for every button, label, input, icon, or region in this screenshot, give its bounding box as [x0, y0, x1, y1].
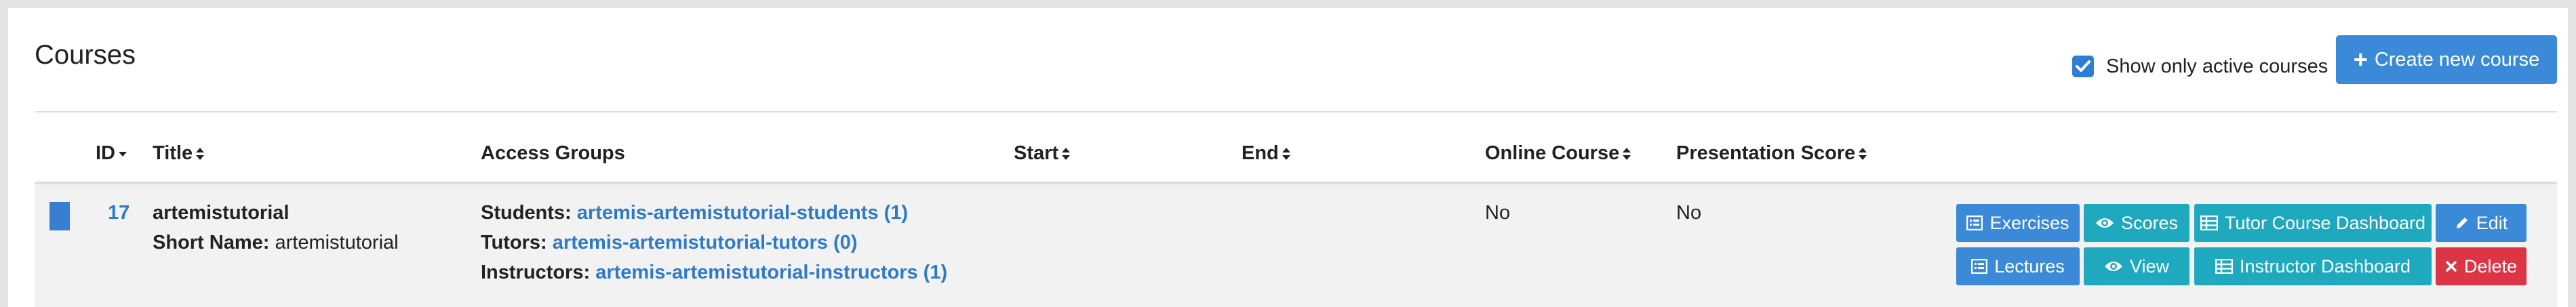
create-new-course-button[interactable]: + Create new course — [2336, 35, 2557, 84]
view-label: View — [2129, 255, 2170, 277]
tutor-course-dashboard-label: Tutor Course Dashboard — [2224, 212, 2426, 233]
course-short-name: Short Name: artemistutorial — [153, 232, 399, 253]
delete-label: Delete — [2463, 255, 2518, 277]
sort-icon — [1859, 147, 1867, 160]
students-group-link[interactable]: artemis-artemistutorial-students (1) — [577, 202, 908, 224]
instructors-group-link[interactable]: artemis-artemistutorial-instructors (1) — [595, 262, 947, 283]
sort-icon — [1623, 147, 1631, 160]
delete-button[interactable]: Delete — [2436, 247, 2527, 285]
column-header-id[interactable]: ID — [96, 142, 127, 165]
instructor-dashboard-button[interactable]: Instructor Dashboard — [2194, 247, 2432, 285]
scores-button[interactable]: Scores — [2084, 204, 2189, 242]
course-title-cell: artemistutorial Short Name: artemistutor… — [153, 198, 399, 258]
tutors-group-link[interactable]: artemis-artemistutorial-tutors (0) — [553, 232, 858, 253]
list-icon — [1966, 216, 1983, 230]
page-title: Courses — [35, 40, 136, 70]
row-select-marker[interactable] — [49, 202, 70, 230]
courses-card: Courses Show only active courses + Creat… — [8, 8, 2568, 307]
online-course-cell: No — [1485, 202, 1511, 224]
table-row: 17 artemistutorial Short Name: artemistu… — [35, 184, 2557, 307]
students-group: Students: artemis-artemistutorial-studen… — [481, 202, 909, 224]
table-icon — [2215, 259, 2233, 274]
course-title: artemistutorial — [153, 202, 290, 224]
column-header-online-course[interactable]: Online Course — [1485, 142, 1631, 165]
edit-button[interactable]: Edit — [2436, 204, 2527, 242]
eye-icon — [2095, 218, 2114, 228]
tutors-group: Tutors: artemis-artemistutorial-tutors (… — [481, 232, 858, 253]
create-new-course-label: Create new course — [2374, 48, 2540, 70]
list-icon — [1971, 259, 1988, 274]
column-header-end[interactable]: End — [1242, 142, 1291, 165]
column-header-start[interactable]: Start — [1014, 142, 1071, 165]
sort-icon — [1282, 147, 1290, 160]
exercises-label: Exercises — [1989, 212, 2069, 233]
column-header-access-groups: Access Groups — [481, 142, 625, 164]
close-icon — [2446, 261, 2457, 272]
view-button[interactable]: View — [2084, 247, 2189, 285]
tutor-course-dashboard-button[interactable]: Tutor Course Dashboard — [2194, 204, 2432, 242]
show-active-courses-toggle[interactable]: Show only active courses — [2072, 52, 2328, 81]
table-header: ID Title Access Groups Start End Online … — [35, 112, 2557, 184]
column-header-title[interactable]: Title — [153, 142, 205, 165]
lectures-button[interactable]: Lectures — [1956, 247, 2080, 285]
show-active-checkbox[interactable] — [2072, 56, 2094, 77]
column-header-presentation-score[interactable]: Presentation Score — [1676, 142, 1867, 165]
presentation-score-cell: No — [1676, 202, 1702, 224]
edit-label: Edit — [2476, 212, 2508, 233]
lectures-label: Lectures — [1994, 255, 2065, 277]
exercises-button[interactable]: Exercises — [1956, 204, 2080, 242]
plus-icon: + — [2353, 45, 2368, 73]
sort-icon — [1062, 147, 1071, 160]
table-icon — [2200, 216, 2218, 230]
instructors-group: Instructors: artemis-artemistutorial-ins… — [481, 262, 948, 283]
course-id-link[interactable]: 17 — [108, 198, 130, 228]
sort-desc-icon — [119, 151, 127, 157]
sort-icon — [196, 147, 205, 160]
instructor-dashboard-label: Instructor Dashboard — [2239, 255, 2411, 277]
pencil-icon — [2456, 218, 2468, 228]
scores-label: Scores — [2120, 212, 2179, 233]
show-active-label: Show only active courses — [2106, 55, 2329, 77]
access-groups-cell: Students: artemis-artemistutorial-studen… — [481, 198, 947, 287]
eye-icon — [2104, 262, 2122, 271]
checkmark-icon — [2076, 60, 2090, 72]
